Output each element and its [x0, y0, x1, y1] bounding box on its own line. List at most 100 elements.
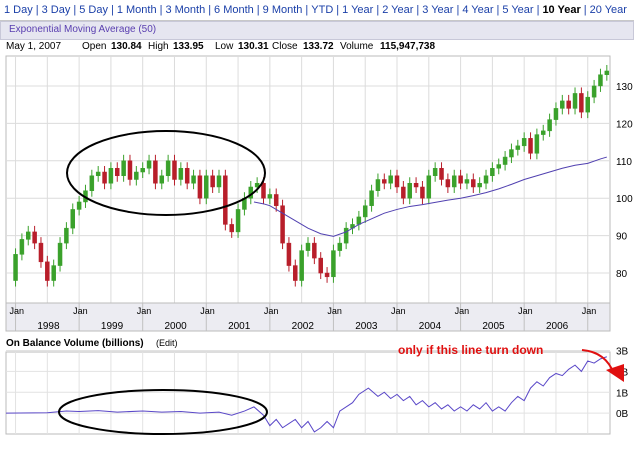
- candle-body: [299, 250, 304, 281]
- candle-body: [178, 168, 184, 180]
- candle-body: [64, 227, 69, 244]
- candle-body: [407, 182, 412, 199]
- x-tick-label-jan: Jan: [200, 306, 215, 316]
- candle-body: [553, 108, 559, 120]
- candle-body: [337, 242, 343, 251]
- candle-body: [343, 227, 349, 244]
- price-tick-label: 100: [616, 194, 633, 205]
- candle-body: [515, 145, 521, 150]
- candle-body: [191, 175, 196, 184]
- candle-body: [509, 149, 514, 158]
- candle-body: [382, 179, 387, 184]
- obv-edit-link[interactable]: (Edit): [156, 338, 178, 348]
- obv-tick-label: 3B: [616, 347, 629, 358]
- candle-body: [95, 171, 101, 177]
- x-tick-label-year: 2004: [419, 321, 442, 332]
- candle-body: [547, 119, 552, 132]
- chart-canvas: 80 90 100 110 120 130 Jan Jan Jan Jan Jan Jan Jan Jan…: [5, 55, 633, 435]
- x-tick-label-jan: Jan: [582, 306, 597, 316]
- candle-body: [324, 272, 330, 278]
- candle-body: [458, 175, 463, 184]
- candle-body: [566, 100, 571, 109]
- x-tick-label-jan: Jan: [327, 306, 342, 316]
- candle-body: [496, 164, 501, 169]
- candle-body: [267, 194, 273, 199]
- candle-body: [375, 179, 381, 191]
- candle-body: [204, 175, 209, 199]
- candle-body: [521, 138, 527, 147]
- x-tick-label-year: 2005: [482, 321, 505, 332]
- x-tick-label-jan: Jan: [73, 306, 88, 316]
- candle-body: [197, 175, 203, 199]
- x-tick-label-year: 1998: [37, 321, 60, 332]
- x-tick-label-year: 2000: [164, 321, 187, 332]
- x-tick-label-jan: Jan: [10, 306, 25, 316]
- candle-body: [426, 175, 432, 199]
- price-tick-label: 110: [616, 157, 632, 168]
- x-tick-label-year: 2003: [355, 321, 378, 332]
- x-tick-label-year: 2001: [228, 321, 251, 332]
- candle-body: [127, 160, 133, 180]
- candle-body: [540, 130, 546, 135]
- x-tick-label-jan: Jan: [518, 306, 533, 316]
- candle-body: [331, 250, 336, 278]
- candle-body: [305, 242, 311, 251]
- annotation-text: only if this line turn down: [398, 343, 544, 357]
- x-tick-label-jan: Jan: [137, 306, 152, 316]
- candle-body: [229, 224, 234, 233]
- candle-body: [502, 156, 508, 165]
- candle-body: [477, 182, 482, 188]
- x-tick-label-jan: Jan: [264, 306, 279, 316]
- candle-body: [89, 175, 95, 191]
- candle-body: [51, 265, 56, 281]
- candle-body: [293, 265, 298, 281]
- candle-body: [223, 175, 228, 225]
- x-tick-label-year: 1999: [101, 321, 124, 332]
- candle-body: [420, 186, 425, 199]
- candle-body: [572, 93, 578, 109]
- x-tick-label-year: 2002: [292, 321, 315, 332]
- candle-body: [585, 96, 590, 113]
- candle-body: [38, 242, 44, 263]
- candle-body: [598, 74, 603, 87]
- price-panel-frame: [5, 55, 611, 304]
- x-tick-label-jan: Jan: [455, 306, 470, 316]
- candle-body: [312, 242, 317, 259]
- candle-body: [159, 175, 165, 184]
- candle-body: [153, 160, 158, 184]
- candle-body: [579, 93, 584, 113]
- candle-body: [134, 171, 139, 180]
- candle-body: [13, 254, 18, 281]
- candle-body: [19, 239, 25, 255]
- candle-body: [184, 168, 190, 184]
- candle-body: [102, 171, 107, 184]
- candle-body: [464, 179, 470, 184]
- candle-body: [394, 175, 400, 188]
- candle-body: [401, 186, 406, 199]
- candle-body: [76, 201, 82, 210]
- candle-body: [369, 190, 374, 206]
- price-tick-label: 80: [616, 269, 628, 280]
- price-tick-label: 90: [616, 232, 628, 243]
- candle-body: [261, 182, 266, 199]
- candle-body: [591, 85, 597, 98]
- candle-body: [146, 160, 152, 169]
- x-tick-label-year: 2006: [546, 321, 569, 332]
- candle-body: [534, 134, 540, 154]
- obv-panel-title: On Balance Volume (billions): [6, 338, 144, 349]
- candle-body: [32, 231, 37, 244]
- candle-body: [115, 168, 120, 177]
- candle-body: [432, 168, 438, 177]
- candle-body: [273, 194, 279, 206]
- candle-body: [528, 138, 533, 154]
- candle-body: [216, 175, 222, 188]
- candle-body: [413, 182, 419, 188]
- candle-body: [280, 205, 285, 244]
- candle-body: [490, 168, 495, 177]
- candle-body: [57, 242, 63, 266]
- candle-body: [70, 209, 76, 229]
- candle-body: [140, 168, 145, 173]
- candle-body: [172, 160, 177, 180]
- candle-body: [439, 168, 444, 180]
- candle-body: [165, 160, 171, 177]
